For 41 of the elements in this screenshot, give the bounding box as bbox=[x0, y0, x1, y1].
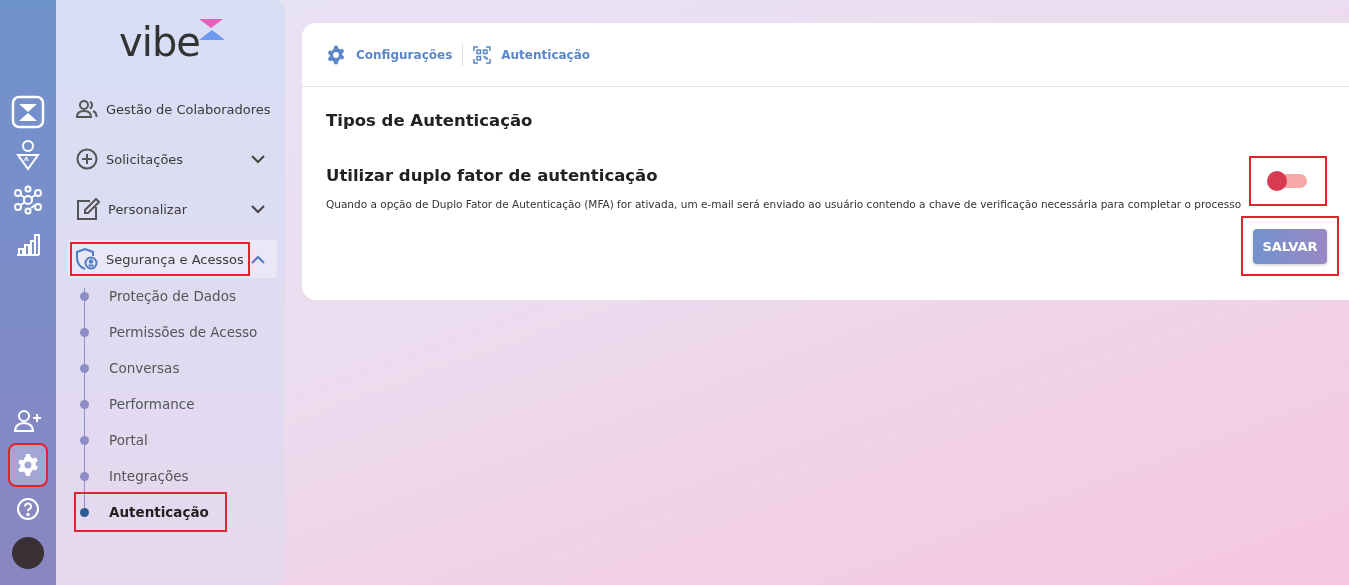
triangles-icon bbox=[197, 18, 226, 42]
settings-icon bbox=[16, 453, 40, 477]
submenu-item[interactable]: Conversas bbox=[76, 350, 196, 386]
submenu-item[interactable]: Integrações bbox=[76, 458, 205, 494]
submenu-item[interactable]: Permissões de Acesso bbox=[76, 314, 274, 350]
menu-label: Solicitações bbox=[106, 151, 184, 167]
menu-label: Gestão de Colaboradores bbox=[106, 101, 271, 117]
toggle-switch[interactable] bbox=[1269, 174, 1307, 188]
person-ai-icon bbox=[15, 140, 41, 172]
bar-chart-icon bbox=[15, 231, 41, 257]
submenu-item[interactable]: Performance bbox=[76, 386, 211, 422]
qr-code-icon bbox=[473, 45, 492, 64]
submenu-item[interactable]: Portal bbox=[76, 422, 164, 458]
help-icon bbox=[16, 497, 40, 521]
save-button[interactable]: SALVAR bbox=[1253, 228, 1327, 264]
setting-description: Quando a opção de Duplo Fator de Autenticação (MFA) for ativada, um e-mail será enviado ao usuário contendo a chave de verificação necessária para completar o processo bbox=[326, 198, 1243, 210]
people-icon bbox=[76, 100, 98, 118]
section-title: Tipos de Autenticação bbox=[326, 111, 534, 130]
plus-circle-icon bbox=[76, 148, 98, 170]
shield-user-icon bbox=[76, 248, 98, 270]
menu-item[interactable]: Personalizar bbox=[68, 190, 277, 228]
settings-icon bbox=[326, 44, 346, 65]
menu-item[interactable]: Segurança e Acessos bbox=[68, 240, 277, 278]
chevron-up-icon bbox=[251, 254, 265, 264]
network-icon bbox=[13, 185, 43, 215]
menu-label: Personalizar bbox=[108, 201, 187, 217]
edit-icon bbox=[76, 198, 100, 220]
breadcrumb-link[interactable]: Configurações bbox=[356, 47, 453, 62]
brand-logo: vibe bbox=[119, 22, 200, 62]
chevron-down-icon bbox=[251, 154, 265, 164]
menu-item[interactable]: Gestão de Colaboradores bbox=[68, 90, 277, 128]
add-user-icon bbox=[14, 409, 42, 433]
menu-label: Segurança e Acessos bbox=[106, 251, 244, 267]
menu-item[interactable]: Solicitações bbox=[68, 140, 277, 178]
breadcrumb-link[interactable]: Autenticação bbox=[501, 47, 591, 62]
rail-button[interactable] bbox=[10, 445, 46, 485]
chevron-down-icon bbox=[251, 204, 265, 214]
submenu-item[interactable]: Autenticação bbox=[76, 494, 225, 530]
hourglass-icon bbox=[11, 95, 45, 129]
setting-title: Utilizar duplo fator de autenticação bbox=[326, 166, 659, 185]
submenu-item[interactable]: Proteção de Dados bbox=[76, 278, 252, 314]
